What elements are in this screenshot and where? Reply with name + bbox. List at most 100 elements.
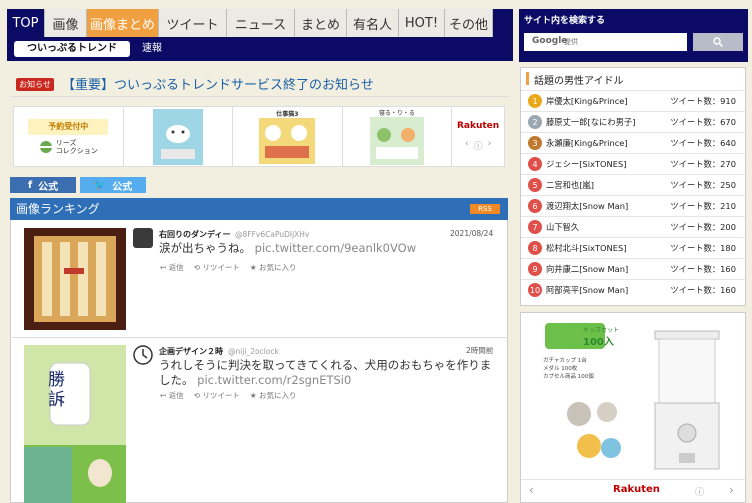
- tab-other[interactable]: その他: [445, 9, 493, 37]
- product-image: [259, 118, 316, 164]
- idol-name[interactable]: 永瀬廉[King&Prince]: [546, 137, 670, 149]
- idol-name[interactable]: 山下智久: [546, 221, 670, 233]
- idol-name[interactable]: 渡辺翔太[Snow Man]: [546, 200, 670, 212]
- banner-card-sleep[interactable]: 寝る・り・る: [343, 107, 453, 166]
- product-banner[interactable]: 予約受付中 リーズ コレクション 仕事猫3 寝る・り・る Rakuten ‹ ⓘ ›: [13, 106, 505, 167]
- tweet-count: ツイート数：160: [670, 284, 745, 296]
- ad-line: メダル 100枚: [543, 366, 578, 372]
- favorite-button[interactable]: ★ お気に入り: [250, 390, 297, 401]
- idol-name[interactable]: 岸優太[King&Prince]: [546, 95, 670, 107]
- retweet-button[interactable]: ⟲ リツイート: [194, 262, 240, 273]
- reply-icon: ↩: [160, 391, 167, 400]
- tweet-count-value: 910: [720, 96, 736, 106]
- info-icon[interactable]: ⓘ: [695, 485, 704, 498]
- preorder-label: 予約受付中: [28, 118, 109, 135]
- retweet-icon: ⟲: [193, 263, 200, 272]
- tweet-link[interactable]: pic.twitter.com/r2sgnETSi0: [197, 373, 351, 387]
- idol-row[interactable]: 5 二宮和也[嵐] ツイート数：250: [521, 174, 745, 195]
- reply-label: 返信: [168, 391, 184, 400]
- tab-news[interactable]: ニュース: [227, 9, 295, 37]
- tab-top[interactable]: TOP: [7, 9, 45, 37]
- tweet-count-value: 670: [720, 117, 736, 127]
- tab-tweets[interactable]: ツイート: [159, 9, 227, 37]
- facebook-button[interactable]: f 公式: [10, 177, 76, 193]
- idol-row[interactable]: 4 ジェシー[SixTONES] ツイート数：270: [521, 153, 745, 174]
- ad-line: カプセル商品 100個: [543, 374, 594, 380]
- ad-panel[interactable]: キッズセット 100入 ガチャカップ 1台 メダル 100枚 カプセル商品 10…: [520, 312, 746, 503]
- search-button[interactable]: [693, 33, 743, 51]
- tab-image-summary[interactable]: 画像まとめ: [87, 9, 159, 37]
- banner-card-pet[interactable]: [124, 107, 234, 166]
- idol-name[interactable]: 阿部亮平[Snow Man]: [546, 284, 670, 296]
- idol-name[interactable]: 松村北斗[SixTONES]: [546, 242, 670, 254]
- favorite-label: お気に入り: [259, 391, 297, 400]
- tweet-count-value: 210: [720, 201, 736, 211]
- tweet-count-value: 640: [720, 138, 736, 148]
- tab-hot[interactable]: HOT!: [399, 9, 445, 37]
- notice-link[interactable]: 【重要】ついっぷるトレンドサービス終了のお知らせ: [62, 74, 374, 93]
- idol-name[interactable]: ジェシー[SixTONES]: [546, 158, 670, 170]
- idol-name[interactable]: 向井康二[Snow Man]: [546, 263, 670, 275]
- clock-avatar-icon[interactable]: [133, 345, 153, 365]
- twitter-icon: 🐦: [93, 179, 107, 191]
- twitter-button[interactable]: 🐦 公式: [80, 177, 146, 193]
- rank-icon: 1: [528, 94, 542, 108]
- title-accent-bar: [526, 72, 529, 85]
- retweet-button[interactable]: ⟲ リツイート: [194, 390, 240, 401]
- tweet-image[interactable]: [24, 345, 126, 503]
- google-logo: Google: [532, 36, 568, 46]
- twitter-label: 公式: [112, 181, 133, 193]
- rank-icon: 7: [528, 220, 542, 234]
- reply-button[interactable]: ↩ 返信: [160, 390, 184, 401]
- tweet-link[interactable]: pic.twitter.com/9eanlk0VOw: [255, 241, 416, 255]
- idol-row[interactable]: 3 永瀬廉[King&Prince] ツイート数：640: [521, 132, 745, 153]
- collection-label: コレクション: [55, 146, 98, 155]
- tab-matome[interactable]: まとめ: [295, 9, 347, 37]
- tweet-user-id[interactable]: @niji_2oclock: [228, 347, 279, 356]
- tweet-count-label: ツイート数：: [670, 96, 721, 106]
- banner-rakuten[interactable]: Rakuten ‹ ⓘ ›: [452, 107, 504, 166]
- idol-row[interactable]: 7 山下智久 ツイート数：200: [521, 216, 745, 237]
- favorite-button[interactable]: ★ お気に入り: [250, 262, 297, 273]
- tweet-count-value: 270: [720, 159, 736, 169]
- row-divider: [10, 337, 508, 338]
- idol-row[interactable]: 6 渡辺翔太[Snow Man] ツイート数：210: [521, 195, 745, 216]
- tab-celebrities[interactable]: 有名人: [347, 9, 399, 37]
- reply-button[interactable]: ↩ 返信: [160, 262, 184, 273]
- nav-tabs: TOP 画像 画像まとめ ツイート ニュース まとめ 有名人 HOT! その他: [7, 9, 493, 37]
- avatar[interactable]: [133, 228, 153, 248]
- notice-badge: お知らせ: [16, 78, 54, 91]
- tweet-count: ツイート数：670: [670, 116, 745, 128]
- idol-list: 1 岸優太[King&Prince] ツイート数：910 2 藤原丈一郎[なにわ男子] ツ…: [521, 90, 745, 300]
- chevron-right-icon[interactable]: ›: [488, 139, 492, 152]
- rss-button[interactable]: RSS: [470, 204, 500, 214]
- banner-card-preorder[interactable]: 予約受付中 リーズ コレクション: [14, 107, 124, 166]
- rank-icon: 5: [528, 178, 542, 192]
- idol-row[interactable]: 1 岸優太[King&Prince] ツイート数：910: [521, 90, 745, 111]
- idol-row[interactable]: 2 藤原丈一郎[なにわ男子] ツイート数：670: [521, 111, 745, 132]
- retweet-label: リツイート: [202, 391, 240, 400]
- tweet-user-name[interactable]: 右回りのダンディー: [159, 229, 230, 240]
- chevron-left-icon[interactable]: ‹: [529, 483, 534, 497]
- subnav-trend-link[interactable]: ついっぷるトレンド: [14, 41, 130, 57]
- tab-images[interactable]: 画像: [45, 9, 87, 37]
- chevron-right-icon[interactable]: ›: [729, 483, 734, 497]
- ad-divider: [521, 479, 745, 480]
- sleep-title: 寝る・り・る: [378, 110, 415, 117]
- idol-row[interactable]: 10 阿部亮平[Snow Man] ツイート数：160: [521, 279, 745, 300]
- idol-row[interactable]: 9 向井康二[Snow Man] ツイート数：160: [521, 258, 745, 279]
- idol-row[interactable]: 8 松村北斗[SixTONES] ツイート数：180: [521, 237, 745, 258]
- idol-name[interactable]: 二宮和也[嵐]: [546, 179, 670, 191]
- tweet-user-id[interactable]: @8FFv6CaPuDIjXHv: [235, 230, 309, 239]
- rank-icon: 6: [528, 199, 542, 213]
- subnav-news-link[interactable]: 速報: [142, 41, 162, 57]
- tweet-actions: ↩ 返信 ⟲ リツイート ★ お気に入り: [160, 262, 297, 273]
- rank-icon: 4: [528, 157, 542, 171]
- tweet-user-name[interactable]: 企画デザイン２時: [159, 346, 223, 357]
- chevron-left-icon[interactable]: ‹: [465, 139, 469, 152]
- tweet-count-label: ツイート数：: [670, 201, 721, 211]
- tweet-image[interactable]: [24, 228, 126, 330]
- info-icon[interactable]: ⓘ: [474, 139, 483, 152]
- idol-name[interactable]: 藤原丈一郎[なにわ男子]: [546, 116, 670, 128]
- banner-card-work-cat[interactable]: 仕事猫3: [233, 107, 343, 166]
